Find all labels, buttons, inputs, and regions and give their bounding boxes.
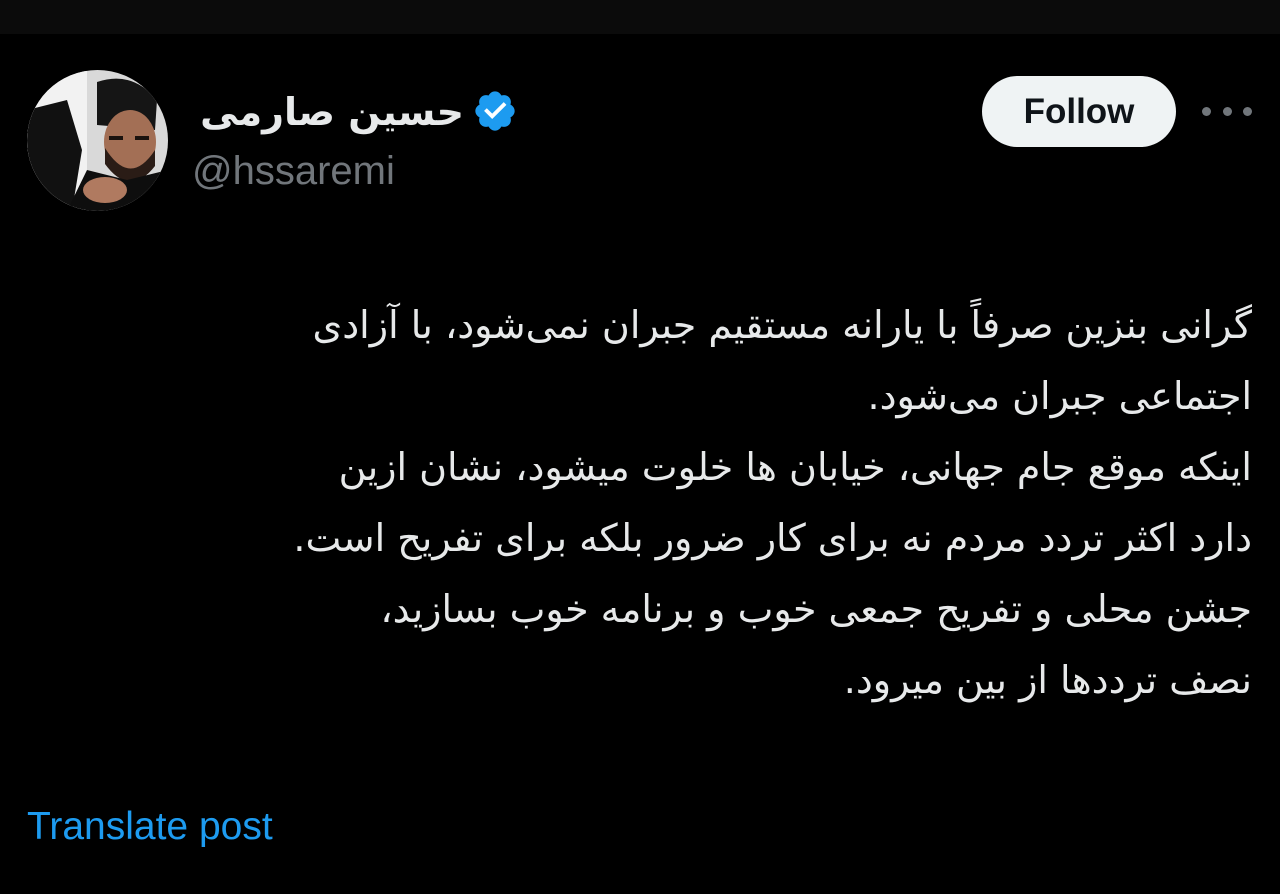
author-display-name[interactable]: حسین صارمی <box>200 84 464 140</box>
more-dot <box>1222 106 1232 116</box>
follow-button[interactable]: Follow <box>982 76 1176 147</box>
post-text-line: نصف ترددها از بین میرود. <box>843 658 1252 702</box>
avatar[interactable] <box>27 70 168 211</box>
post-text-line: دارد اکثر تردد مردم نه برای کار ضرور بلک… <box>293 516 1252 560</box>
more-options-icon[interactable] <box>1202 94 1252 128</box>
more-dot <box>1243 106 1252 116</box>
post-text-line: جشن محلی و تفریح جمعی خوب و برنامه خوب ب… <box>380 587 1252 631</box>
avatar-photo-icon <box>27 70 168 211</box>
post-text-line: اینکه موقع جام جهانی، خیابان ها خلوت میش… <box>338 445 1252 489</box>
more-dot <box>1202 106 1211 116</box>
translate-post-link[interactable]: Translate post <box>27 800 273 854</box>
verified-badge-icon <box>475 91 515 131</box>
author-handle[interactable]: @hssaremi <box>192 146 395 196</box>
post-text-line: اجتماعی جبران می‌شود. <box>867 374 1252 418</box>
top-bar <box>0 0 1280 34</box>
post-text-line: گرانی بنزین صرفاً با یارانه مستقیم جبران… <box>312 303 1252 347</box>
post-text: گرانی بنزین صرفاً با یارانه مستقیم جبران… <box>60 290 1252 716</box>
